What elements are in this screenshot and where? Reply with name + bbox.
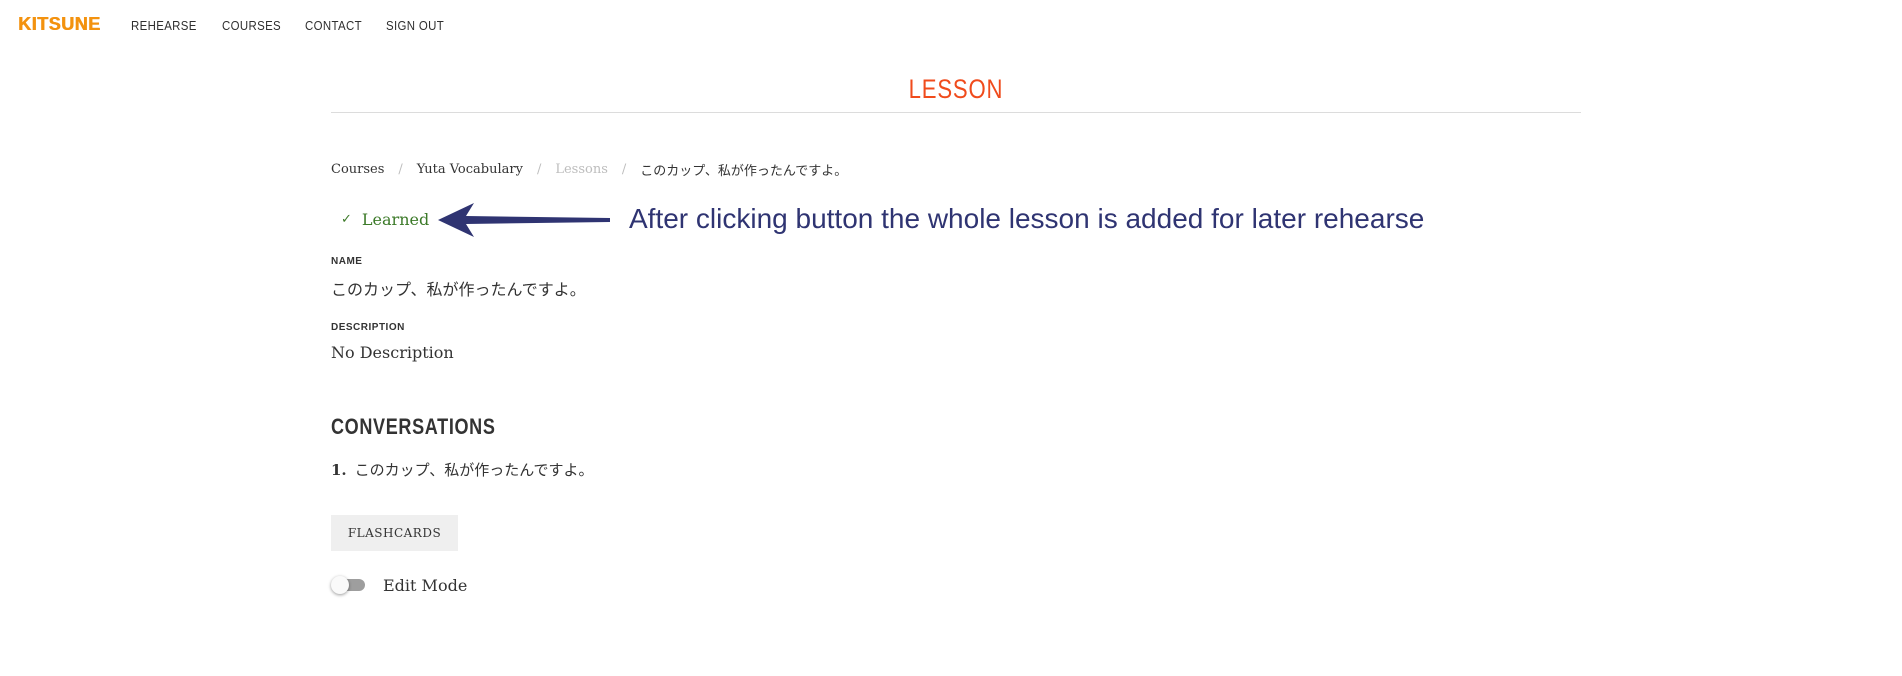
top-navigation: KITSUNE REHEARSE COURSES CONTACT SIGN OU… bbox=[0, 0, 1902, 52]
learned-label: Learned bbox=[361, 210, 430, 229]
annotation-arrow-icon bbox=[438, 203, 610, 237]
breadcrumb-lessons: Lessons bbox=[555, 162, 608, 177]
breadcrumb-current-lesson: このカップ、私が作ったんですよ。 bbox=[640, 164, 848, 179]
toggle-thumb bbox=[331, 576, 349, 594]
logo[interactable]: KITSUNE bbox=[18, 14, 101, 35]
name-label: NAME bbox=[331, 256, 363, 267]
nav-link-sign-out[interactable]: SIGN OUT bbox=[386, 18, 444, 33]
learned-button[interactable]: ✓ Learned bbox=[341, 210, 429, 229]
conversations-list: 1. このカップ、私が作ったんですよ。 bbox=[331, 459, 593, 480]
nav-link-rehearse[interactable]: REHEARSE bbox=[131, 18, 197, 33]
description-value: No Description bbox=[331, 343, 454, 362]
breadcrumb-separator: / bbox=[536, 162, 542, 177]
name-value: このカップ、私が作ったんですよ。 bbox=[331, 280, 586, 299]
nav-link-contact[interactable]: CONTACT bbox=[305, 18, 362, 33]
breadcrumb: Courses / Yuta Vocabulary / Lessons / この… bbox=[331, 160, 847, 179]
nav-link-courses[interactable]: COURSES bbox=[222, 18, 281, 33]
edit-mode-toggle[interactable] bbox=[331, 575, 367, 595]
conversation-text: このカップ、私が作ったんですよ。 bbox=[354, 461, 594, 479]
breadcrumb-course[interactable]: Yuta Vocabulary bbox=[417, 162, 523, 177]
flashcards-button[interactable]: FLASHCARDS bbox=[331, 515, 458, 551]
edit-mode-label: Edit Mode bbox=[383, 575, 468, 595]
breadcrumb-separator: / bbox=[621, 162, 627, 177]
edit-mode-control: Edit Mode bbox=[331, 575, 467, 595]
breadcrumb-courses[interactable]: Courses bbox=[331, 162, 384, 177]
page-title: LESSON bbox=[908, 74, 1004, 104]
check-icon: ✓ bbox=[341, 212, 352, 227]
nav-links: REHEARSE COURSES CONTACT SIGN OUT bbox=[131, 18, 468, 33]
conversation-number: 1. bbox=[331, 460, 347, 479]
title-divider bbox=[331, 112, 1581, 113]
list-item[interactable]: 1. このカップ、私が作ったんですよ。 bbox=[331, 459, 593, 480]
annotation-text: After clicking button the whole lesson i… bbox=[629, 203, 1425, 234]
description-label: DESCRIPTION bbox=[331, 322, 405, 333]
breadcrumb-separator: / bbox=[398, 162, 403, 177]
conversations-heading: CONVERSATIONS bbox=[331, 414, 496, 439]
